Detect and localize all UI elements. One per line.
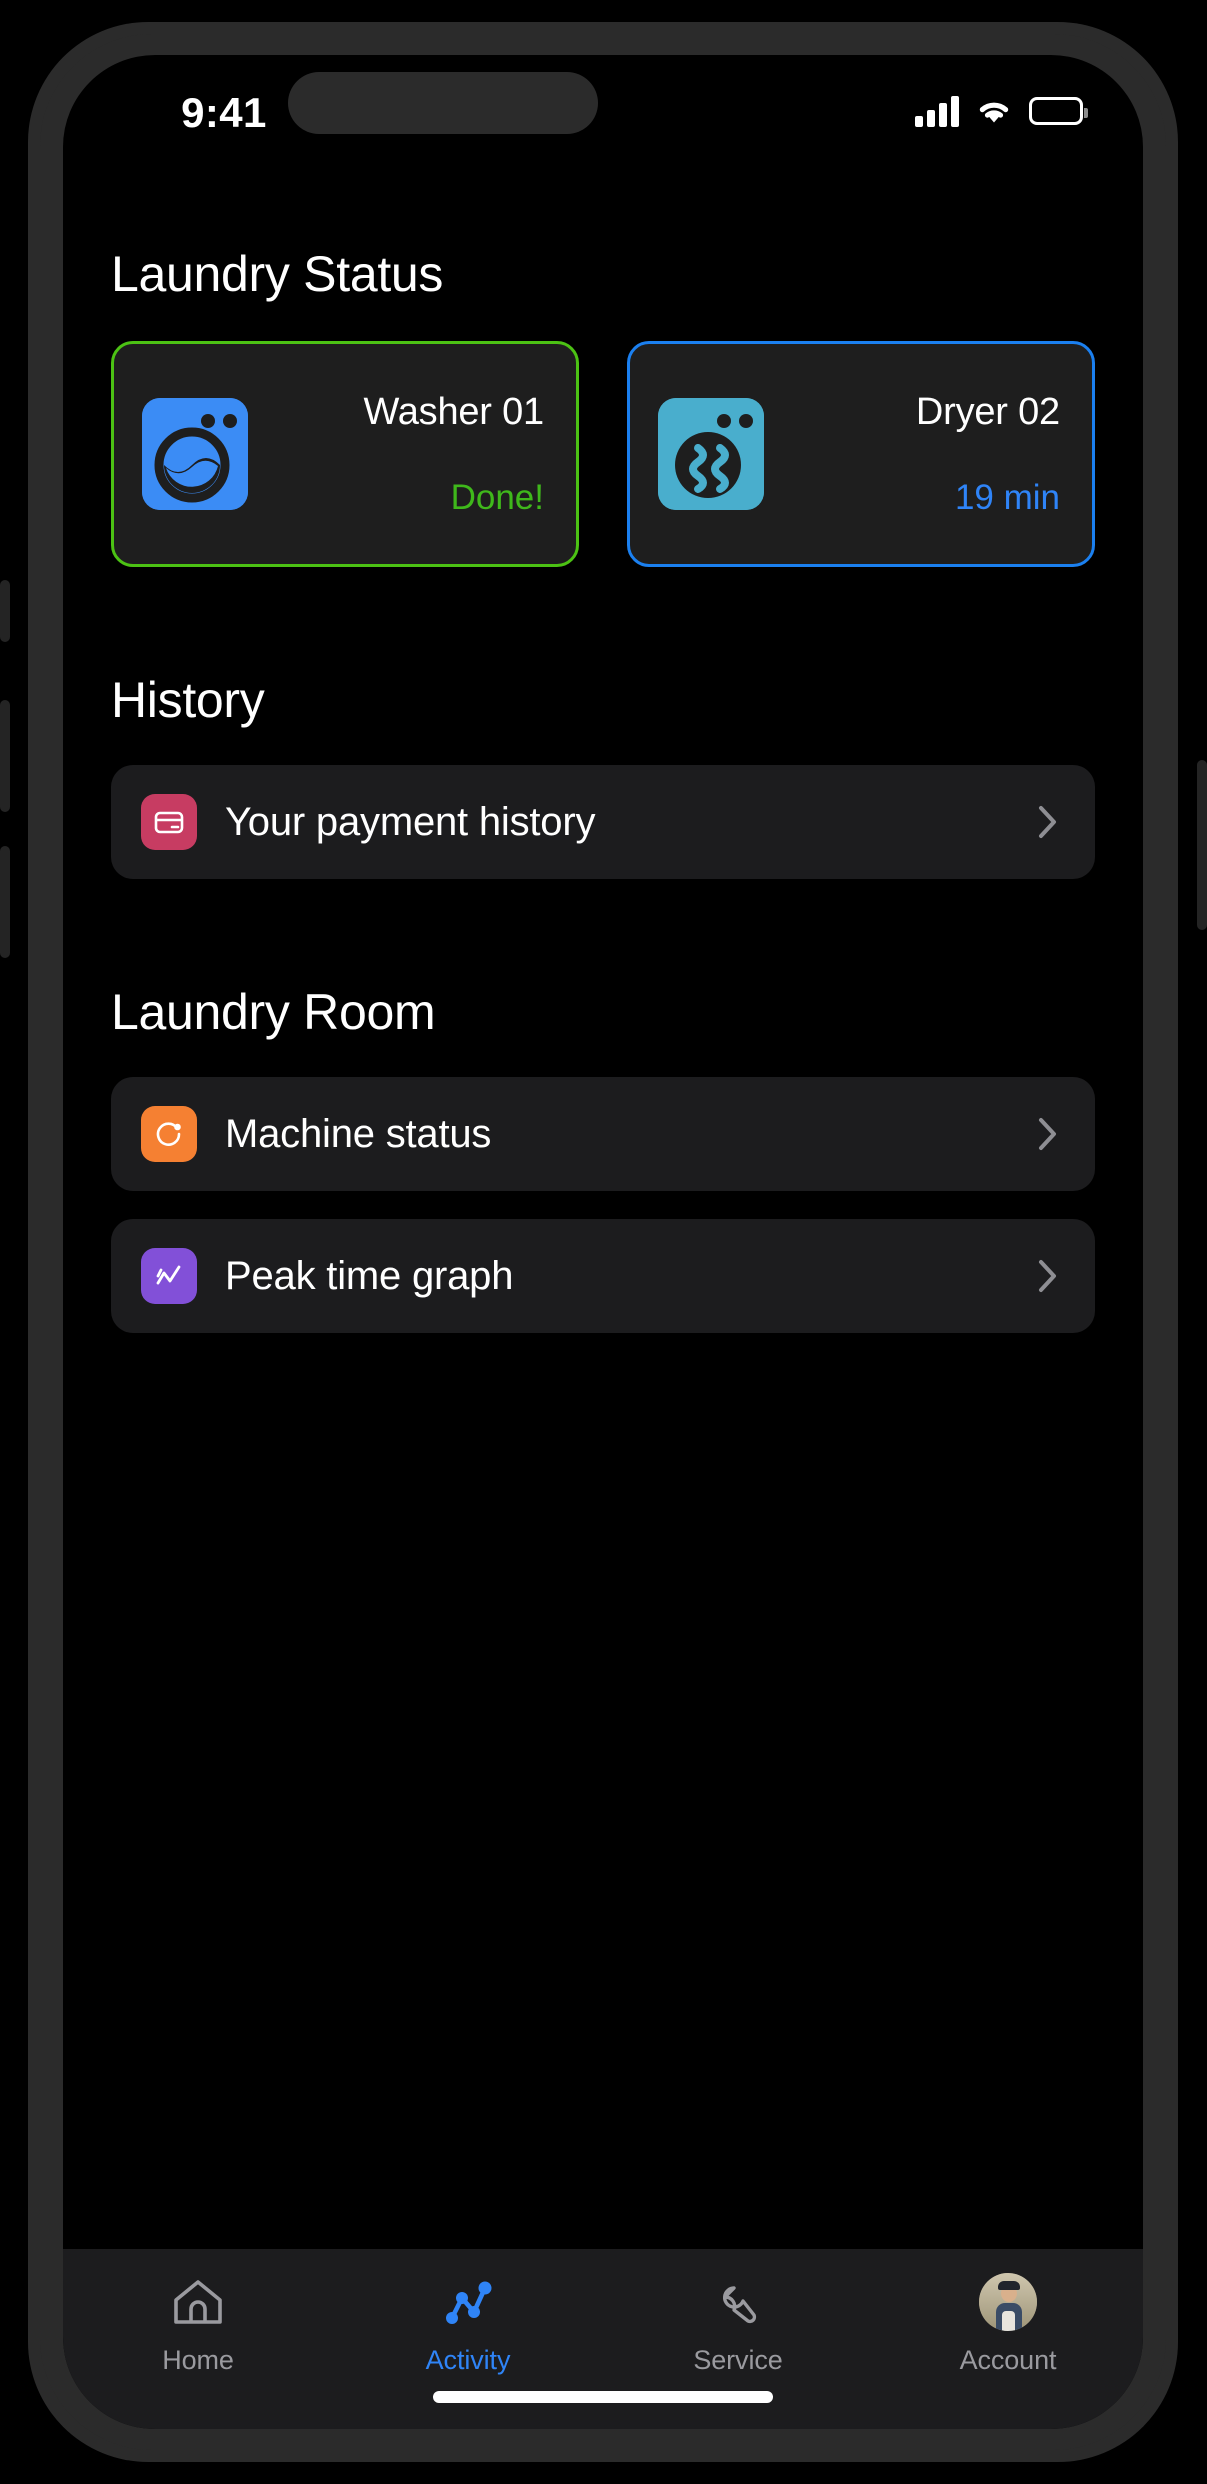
cellular-bars-icon <box>915 95 959 127</box>
washer-name: Washer 01 <box>363 390 544 433</box>
main-content: Laundry Status Washer 01 Done! Dryer 02 … <box>63 173 1143 2011</box>
chevron-right-icon <box>1037 1257 1059 1295</box>
wifi-icon <box>974 96 1014 126</box>
line-chart-icon <box>141 1248 197 1304</box>
dryer-card-text: Dryer 02 19 min <box>764 344 1064 564</box>
avatar <box>979 2273 1037 2331</box>
dryer-icon <box>658 398 764 510</box>
section-title-laundry-status: Laundry Status <box>111 246 444 302</box>
volume-down-button[interactable] <box>0 846 10 958</box>
machine-card-washer[interactable]: Washer 01 Done! <box>111 341 579 567</box>
machine-card-dryer[interactable]: Dryer 02 19 min <box>627 341 1095 567</box>
tab-label: Account <box>959 2345 1057 2375</box>
screenshot-stage: 9:41 Laundry Status Washer 01 Done! Drye… <box>0 0 1207 2484</box>
dryer-status: 19 min <box>954 477 1060 517</box>
list-item-label: Machine status <box>225 1111 492 1156</box>
chevron-right-icon <box>1037 803 1059 841</box>
volume-up-button[interactable] <box>0 700 10 812</box>
tab-service[interactable]: Service <box>603 2271 873 2429</box>
activity-icon <box>440 2271 496 2333</box>
tab-account[interactable]: Account <box>873 2271 1143 2429</box>
phone-screen: 9:41 Laundry Status Washer 01 Done! Drye… <box>63 55 1143 2429</box>
machine-card-list: Washer 01 Done! Dryer 02 19 min <box>111 341 1095 567</box>
power-button[interactable] <box>1197 760 1207 930</box>
tab-home[interactable]: Home <box>63 2271 333 2429</box>
washer-icon <box>142 398 248 510</box>
chevron-right-icon <box>1037 1115 1059 1153</box>
dryer-name: Dryer 02 <box>915 390 1060 433</box>
washer-card-text: Washer 01 Done! <box>248 344 548 564</box>
tab-label: Activity <box>425 2345 511 2375</box>
credit-card-icon <box>141 794 197 850</box>
tab-label: Home <box>162 2345 234 2375</box>
avatar-icon <box>979 2271 1037 2333</box>
washer-status: Done! <box>450 477 544 517</box>
battery-icon <box>1029 97 1088 125</box>
tab-activity[interactable]: Activity <box>333 2271 603 2429</box>
tab-label: Service <box>693 2345 783 2375</box>
refresh-circle-icon <box>141 1106 197 1162</box>
status-bar: 9:41 <box>63 55 1143 173</box>
home-icon <box>170 2271 226 2333</box>
list-item-payment-history[interactable]: Your payment history <box>111 765 1095 879</box>
list-item-label: Your payment history <box>225 799 596 844</box>
section-title-history: History <box>111 672 265 728</box>
home-indicator[interactable] <box>433 2391 773 2403</box>
list-item-label: Peak time graph <box>225 1253 514 1298</box>
status-indicators <box>915 95 1088 127</box>
wrench-icon <box>710 2271 766 2333</box>
list-item-machine-status[interactable]: Machine status <box>111 1077 1095 1191</box>
mute-switch[interactable] <box>0 580 10 642</box>
section-title-laundry-room: Laundry Room <box>111 984 436 1040</box>
list-item-peak-time-graph[interactable]: Peak time graph <box>111 1219 1095 1333</box>
dynamic-island <box>288 72 598 134</box>
